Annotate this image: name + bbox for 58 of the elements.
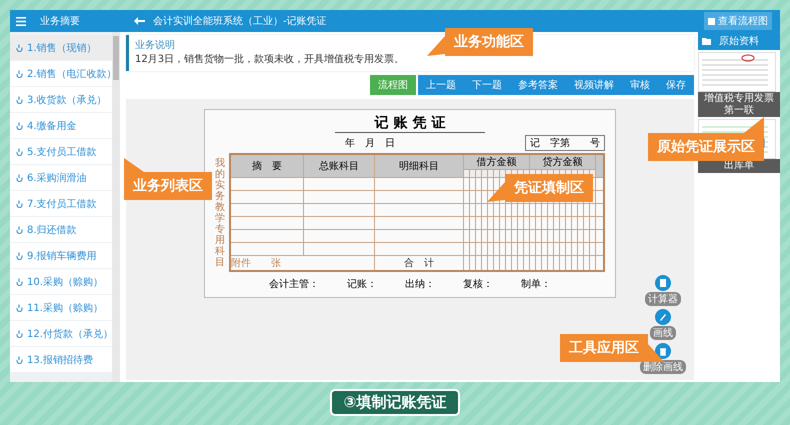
sidebar-item[interactable]: 6.采购润滑油 xyxy=(10,165,112,190)
sidebar-item[interactable]: 7.支付员工借款 xyxy=(10,191,112,216)
tool-label: 计算器 xyxy=(645,292,681,306)
sidebar-item[interactable]: 9.报销车辆费用 xyxy=(10,243,112,268)
materials-header: 原始资料 xyxy=(698,32,780,50)
back-arrow-icon[interactable] xyxy=(134,17,145,25)
sidebar-item[interactable]: 10.采购（赊购） xyxy=(10,269,112,294)
window-title: 会计实训全能班系统（工业）-记账凭证 xyxy=(153,14,327,28)
trash-icon xyxy=(659,348,667,356)
total-label: 合 计 xyxy=(404,258,434,269)
tool-button[interactable] xyxy=(655,309,671,325)
flowchart-button[interactable]: 流程图 xyxy=(370,75,416,95)
menu-icon[interactable] xyxy=(16,16,26,26)
signature-label: 制单： xyxy=(521,278,551,291)
voucher-title: 记 账 凭 证 xyxy=(334,114,486,133)
side-label: 我的实务教学专用科目 xyxy=(215,158,225,268)
calculator-icon xyxy=(660,279,666,287)
column-header: 贷方金额 xyxy=(530,154,596,170)
sidebar-item[interactable]: 2.销售（电汇收款） xyxy=(10,61,112,86)
callout-pointer xyxy=(487,182,505,202)
callout-pointer xyxy=(744,117,764,133)
signature-label: 会计主管： xyxy=(269,278,319,291)
description-title: 业务说明 xyxy=(135,38,175,52)
scrollbar[interactable] xyxy=(112,32,120,382)
callout-pointer xyxy=(427,36,445,56)
sidebar-title: 业务摘要 xyxy=(40,14,80,28)
sidebar-item[interactable]: 8.归还借款 xyxy=(10,217,112,242)
step-caption: ③填制记账凭证 xyxy=(330,389,460,416)
sidebar-item[interactable]: 3.收货款（承兑） xyxy=(10,87,112,112)
attachment-label: 附件 xyxy=(231,258,251,269)
sidebar-item[interactable]: 13.报销招待费 xyxy=(10,347,112,372)
sidebar-item[interactable]: 1.销售（现销） xyxy=(10,35,112,60)
column-header: 借方金额 xyxy=(464,154,530,170)
tool-button[interactable] xyxy=(655,275,671,291)
attachment-unit: 张 xyxy=(271,258,281,269)
pencil-icon xyxy=(660,314,666,321)
column-header: 摘 要 xyxy=(230,154,304,178)
column-header: 总账科目 xyxy=(304,154,374,178)
callout-pointer xyxy=(124,158,144,172)
callout-pointer xyxy=(648,344,664,362)
description-text: 12月3日，销售货物一批，款项未收，开具增值税专用发票。 xyxy=(135,52,404,66)
voucher-number-field[interactable]: 记 字第 号 xyxy=(525,135,605,151)
flowchart-button[interactable]: 查看流程图 xyxy=(704,12,772,30)
signature-label: 复核： xyxy=(463,278,493,291)
signature-label: 出纳： xyxy=(405,278,435,291)
column-header: 明细科目 xyxy=(374,154,464,178)
tool-label: 删除画线 xyxy=(640,360,686,374)
tool-label: 画线 xyxy=(650,326,676,340)
sidebar-item[interactable]: 12.付货款（承兑） xyxy=(10,321,112,346)
signature-label: 记账： xyxy=(347,278,377,291)
sidebar-item[interactable]: 5.支付员工借款 xyxy=(10,139,112,164)
square-icon xyxy=(708,18,715,24)
voucher-date: 年 月 日 xyxy=(344,137,396,150)
sidebar-item[interactable]: 11.采购（赊购） xyxy=(10,295,112,320)
folder-icon xyxy=(702,38,711,44)
tool-button[interactable] xyxy=(655,343,671,359)
document-caption[interactable]: 增值税专用发票第一联 xyxy=(698,92,780,117)
sidebar-item[interactable]: 4.缴备用金 xyxy=(10,113,112,138)
